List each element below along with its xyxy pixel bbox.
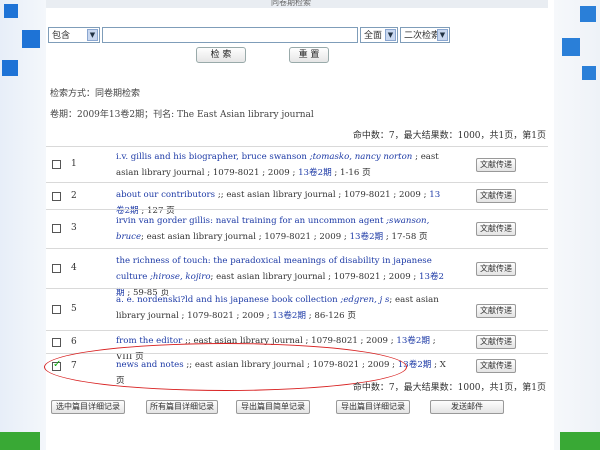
- all-detail-button[interactable]: 所有篇目详细记录: [146, 400, 218, 414]
- chevron-down-icon[interactable]: ▼: [437, 29, 448, 41]
- record-issue-link[interactable]: 13卷2期: [272, 311, 306, 321]
- row-checkbox[interactable]: [52, 160, 61, 169]
- record-title-link[interactable]: a. e. nordenski?ld and his japanese book…: [116, 295, 338, 305]
- field-select[interactable]: 全面 ▼: [360, 27, 398, 43]
- background-left: [0, 0, 46, 450]
- record-citation: a. e. nordenski?ld and his japanese book…: [116, 292, 446, 324]
- search-bar: 包含 ▼ 全面 ▼ 二次检索 ▼: [48, 27, 450, 44]
- row-checkbox[interactable]: [52, 338, 61, 347]
- row-number: 6: [71, 337, 77, 347]
- mode-select[interactable]: 二次检索 ▼: [400, 27, 450, 43]
- export-detail-button[interactable]: 导出篇目详细记录: [336, 400, 410, 414]
- document-delivery-button[interactable]: 文献传递: [476, 359, 516, 373]
- record-issue-link[interactable]: 13卷2期: [298, 168, 332, 178]
- title-strip-text: 同卷期检索: [271, 0, 311, 7]
- record-pages: ; 17-58 页: [383, 232, 428, 242]
- table-row: 1 i.v. gillis and his biographer, bruce …: [46, 146, 548, 183]
- title-strip: 同卷期检索: [46, 0, 548, 8]
- result-stats-bottom: 命中数：7，最大结果数：1000，共1页，第1页: [352, 383, 546, 393]
- record-citation: irvin van gorder gillis: naval training …: [116, 213, 446, 245]
- background-right: [554, 0, 600, 450]
- search-input[interactable]: [102, 27, 358, 43]
- match-mode-select[interactable]: 包含 ▼: [48, 27, 100, 43]
- row-checkbox[interactable]: [52, 264, 61, 273]
- decor-square: [582, 66, 596, 80]
- decor-green-bar: [0, 432, 40, 450]
- row-checkbox[interactable]: [52, 305, 61, 314]
- chevron-down-icon[interactable]: ▼: [385, 29, 396, 41]
- record-authors[interactable]: ;edgren, j s: [340, 295, 389, 305]
- record-title-link[interactable]: about our contributors: [116, 190, 215, 200]
- record-source: ; east asian library journal ; 1079-8021…: [210, 272, 420, 282]
- search-button[interactable]: 检 索: [196, 47, 246, 63]
- document-delivery-button[interactable]: 文献传递: [476, 222, 516, 236]
- decor-square: [4, 4, 18, 18]
- row-number: 5: [71, 304, 77, 314]
- results-panel: 同卷期检索 包含 ▼ 全面 ▼ 二次检索 ▼ 检 索 重 置 检索方式：同卷期检…: [44, 0, 548, 450]
- document-delivery-button[interactable]: 文献传递: [476, 158, 516, 172]
- record-authors[interactable]: ;tomasko, nancy norton: [310, 152, 413, 162]
- record-issue-link[interactable]: 13卷2期: [350, 232, 384, 242]
- decor-green-bar: [560, 432, 600, 450]
- export-brief-button[interactable]: 导出篇目简单记录: [236, 400, 310, 414]
- record-title-link[interactable]: irvin van gorder gillis: naval training …: [116, 216, 383, 226]
- decor-square: [580, 6, 596, 22]
- record-pages: ; 86-126 页: [306, 311, 356, 321]
- selected-detail-button[interactable]: 选中篇目详细记录: [51, 400, 125, 414]
- record-issue-link[interactable]: 13卷2期: [396, 336, 430, 346]
- decor-square: [562, 38, 580, 56]
- row-number: 2: [71, 191, 77, 201]
- reset-button[interactable]: 重 置: [289, 47, 329, 63]
- record-title-link[interactable]: i.v. gillis and his biographer, bruce sw…: [116, 152, 307, 162]
- document-delivery-button[interactable]: 文献传递: [476, 189, 516, 203]
- issue-info-text: 卷期：2009年13卷2期；刊名: The East Asian library…: [50, 110, 314, 120]
- record-source: ;; east asian library journal ; 1079-802…: [215, 190, 430, 200]
- row-checkbox[interactable]: [52, 192, 61, 201]
- document-delivery-button[interactable]: 文献传递: [476, 304, 516, 318]
- chevron-down-icon[interactable]: ▼: [87, 29, 98, 41]
- document-delivery-button[interactable]: 文献传递: [476, 262, 516, 276]
- decor-square: [22, 30, 40, 48]
- row-checkbox[interactable]: [52, 224, 61, 233]
- record-pages: ; 1-16 页: [331, 168, 371, 178]
- record-citation: i.v. gillis and his biographer, bruce sw…: [116, 149, 446, 181]
- row-number: 1: [71, 159, 77, 169]
- search-method-text: 检索方式：同卷期检索: [50, 89, 141, 99]
- table-row: 3 irvin van gorder gillis: naval trainin…: [46, 209, 548, 249]
- table-row: 5 a. e. nordenski?ld and his japanese bo…: [46, 288, 548, 331]
- decor-square: [2, 60, 18, 76]
- row-number: 3: [71, 223, 77, 233]
- result-stats-top: 命中数：7，最大结果数：1000，共1页，第1页: [352, 131, 546, 141]
- row-number: 4: [71, 263, 77, 273]
- send-email-button[interactable]: 发送邮件: [430, 400, 504, 414]
- table-row: 2 about our contributors ;; east asian l…: [46, 182, 548, 216]
- record-source: ; east asian library journal ; 1079-8021…: [141, 232, 350, 242]
- document-delivery-button[interactable]: 文献传递: [476, 335, 516, 349]
- record-authors[interactable]: ;hirose, kojiro: [150, 272, 211, 282]
- table-row: 4 the richness of touch: the paradoxical…: [46, 248, 548, 298]
